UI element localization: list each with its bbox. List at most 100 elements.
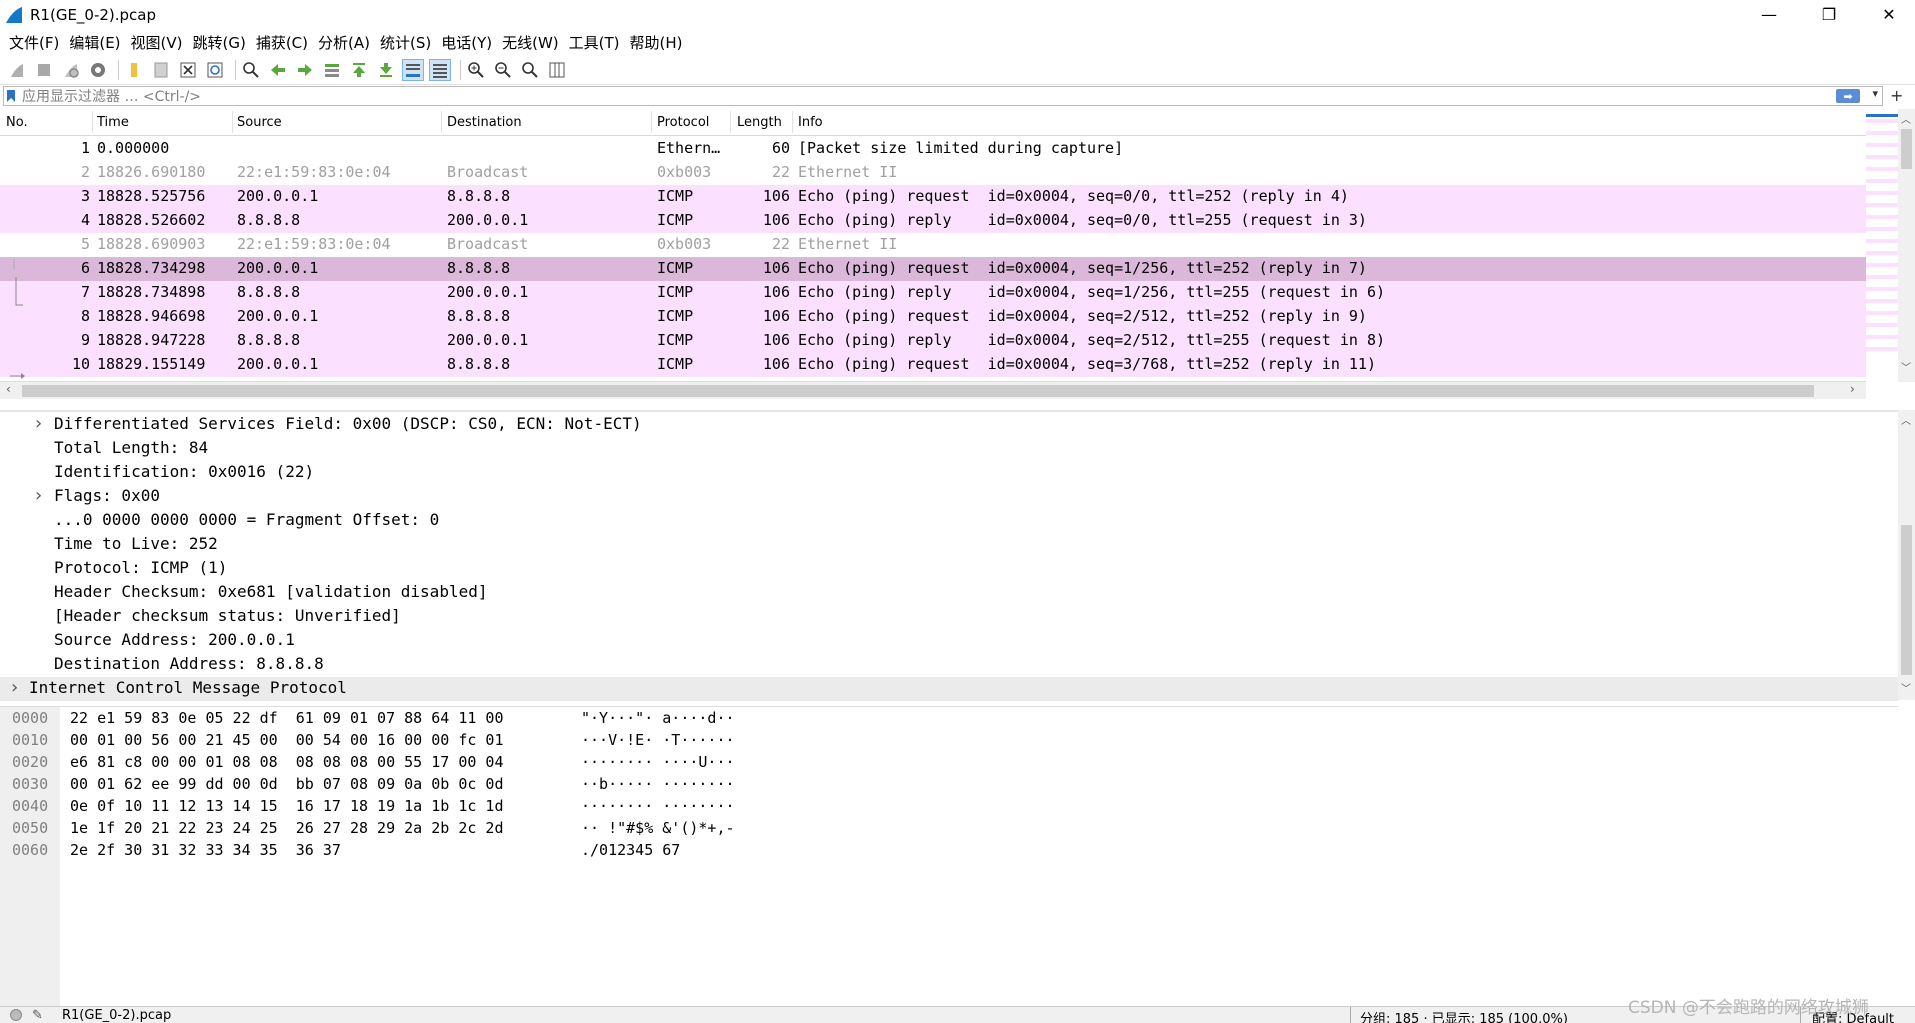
scroll-thumb[interactable] bbox=[1901, 525, 1912, 675]
chevron-right-icon[interactable]: › bbox=[1850, 382, 1855, 396]
column-divider[interactable] bbox=[730, 111, 731, 133]
restart-capture-icon[interactable] bbox=[60, 59, 82, 81]
chevron-down-icon[interactable]: ﹀ bbox=[1901, 359, 1911, 374]
menu-statistics[interactable]: 统计(S) bbox=[375, 32, 436, 53]
column-divider[interactable] bbox=[792, 111, 793, 133]
column-header-info[interactable]: Info bbox=[798, 115, 823, 130]
find-packet-icon[interactable] bbox=[240, 59, 262, 81]
hex-line[interactable]: 2e 2f 30 31 32 33 34 35 36 37 bbox=[70, 839, 503, 861]
reload-file-icon[interactable] bbox=[204, 59, 226, 81]
display-filter-input[interactable]: 应用显示过滤器 … <Ctrl-/> ➡ ▾ bbox=[3, 86, 1883, 106]
go-back-icon[interactable] bbox=[267, 59, 289, 81]
maximize-button[interactable]: ❐ bbox=[1800, 0, 1858, 29]
menu-telephony[interactable]: 电话(Y) bbox=[436, 32, 497, 53]
packet-row[interactable]: 10 18829.155149 200.0.0.1 8.8.8.8 ICMP Echo (… bbox=[0, 353, 1866, 377]
minimize-button[interactable]: — bbox=[1740, 0, 1798, 29]
packet-row[interactable]: 5 18828.690903 22:e1:59:83:0e:04 Broadcast 0… bbox=[0, 233, 1866, 257]
chevron-left-icon[interactable]: ‹ bbox=[6, 382, 11, 396]
first-packet-icon[interactable] bbox=[348, 59, 370, 81]
ascii-dump[interactable]: "·Y···"· a····d·· ···V·!E· ·T······ ····… bbox=[581, 707, 735, 861]
packet-bytes-pane[interactable]: 0000 0010 0020 0030 0040 0050 0060 22 e1… bbox=[0, 706, 1898, 1007]
hex-line[interactable]: 22 e1 59 83 0e 05 22 df 61 09 01 07 88 6… bbox=[70, 707, 503, 729]
menu-wireless[interactable]: 无线(W) bbox=[497, 32, 564, 53]
detail-tree-item[interactable]: Protocol: ICMP (1) bbox=[0, 557, 1898, 581]
resize-columns-icon[interactable] bbox=[546, 59, 568, 81]
chevron-down-icon[interactable]: ﹀ bbox=[1901, 680, 1911, 695]
detail-tree-item[interactable]: › Flags: 0x00 bbox=[0, 485, 1898, 509]
ascii-line[interactable]: ········ ········ bbox=[581, 795, 735, 817]
column-divider[interactable] bbox=[232, 111, 233, 133]
detail-tree-item[interactable]: Identification: 0x0016 (22) bbox=[0, 461, 1898, 485]
packet-list-vscrollbar[interactable]: ︿ ﹀ bbox=[1898, 109, 1915, 382]
save-file-icon[interactable] bbox=[150, 59, 172, 81]
packet-row[interactable]: 2 18826.690180 22:e1:59:83:0e:04 Broadcast 0… bbox=[0, 161, 1866, 185]
open-file-icon[interactable] bbox=[123, 59, 145, 81]
ascii-line[interactable]: ./012345 67 bbox=[581, 839, 735, 861]
menu-view[interactable]: 视图(V) bbox=[126, 32, 188, 53]
hex-line[interactable]: 1e 1f 20 21 22 23 24 25 26 27 28 29 2a 2… bbox=[70, 817, 503, 839]
column-header-no[interactable]: No. bbox=[6, 115, 28, 130]
menu-tools[interactable]: 工具(T) bbox=[564, 32, 625, 53]
ascii-line[interactable]: "·Y···"· a····d·· bbox=[581, 707, 735, 729]
scroll-thumb[interactable] bbox=[22, 385, 1814, 397]
packet-row[interactable]: 9 18828.947228 8.8.8.8 200.0.0.1 ICMP Echo (p… bbox=[0, 329, 1866, 353]
packet-row[interactable]: 3 18828.525756 200.0.0.1 8.8.8.8 ICMP Echo (p… bbox=[0, 185, 1866, 209]
capture-options-icon[interactable] bbox=[87, 59, 109, 81]
packet-details-pane[interactable]: › Differentiated Services Field: 0x00 (DS… bbox=[0, 410, 1898, 701]
close-file-icon[interactable] bbox=[177, 59, 199, 81]
chevron-down-icon[interactable]: ▾ bbox=[1872, 87, 1878, 100]
column-divider[interactable] bbox=[92, 111, 93, 133]
packet-row[interactable]: 4 18828.526602 8.8.8.8 200.0.0.1 ICMP Echo (p… bbox=[0, 209, 1866, 233]
detail-tree-item[interactable]: Time to Live: 252 bbox=[0, 533, 1898, 557]
apply-filter-arrow-icon[interactable]: ➡ bbox=[1836, 89, 1860, 103]
hex-line[interactable]: 0e 0f 10 11 12 13 14 15 16 17 18 19 1a 1… bbox=[70, 795, 503, 817]
packet-row[interactable]: 6 18828.734298 200.0.0.1 8.8.8.8 ICMP Echo (p… bbox=[0, 257, 1866, 281]
zoom-in-icon[interactable] bbox=[465, 59, 487, 81]
packet-row[interactable]: 8 18828.946698 200.0.0.1 8.8.8.8 ICMP Echo (p… bbox=[0, 305, 1866, 329]
detail-tree-item[interactable]: [Header checksum status: Unverified] bbox=[0, 605, 1898, 629]
expert-info-icon[interactable] bbox=[10, 1009, 22, 1021]
chevron-right-icon[interactable]: › bbox=[9, 677, 20, 698]
packet-row[interactable]: 7 18828.734898 8.8.8.8 200.0.0.1 ICMP Echo (p… bbox=[0, 281, 1866, 305]
column-header-length[interactable]: Length bbox=[737, 115, 782, 130]
detail-tree-item[interactable]: Total Length: 84 bbox=[0, 437, 1898, 461]
go-to-packet-icon[interactable] bbox=[321, 59, 343, 81]
go-forward-icon[interactable] bbox=[294, 59, 316, 81]
menu-analyze[interactable]: 分析(A) bbox=[313, 32, 375, 53]
normal-size-icon[interactable] bbox=[519, 59, 541, 81]
packet-list[interactable]: No. Time Source Destination Protocol Len… bbox=[0, 109, 1866, 382]
autoscroll-icon[interactable] bbox=[402, 58, 424, 81]
detail-tree-item[interactable]: › Differentiated Services Field: 0x00 (DS… bbox=[0, 413, 1898, 437]
ascii-line[interactable]: ··b····· ········ bbox=[581, 773, 735, 795]
detail-tree-item[interactable]: Destination Address: 8.8.8.8 bbox=[0, 653, 1898, 677]
column-header-protocol[interactable]: Protocol bbox=[657, 115, 709, 130]
hex-line[interactable]: e6 81 c8 00 00 01 08 08 08 08 08 00 55 1… bbox=[70, 751, 503, 773]
detail-tree-item[interactable]: › Internet Control Message Protocol bbox=[0, 677, 1898, 701]
start-capture-icon[interactable] bbox=[6, 59, 28, 81]
menu-help[interactable]: 帮助(H) bbox=[625, 32, 688, 53]
add-filter-button[interactable]: + bbox=[1890, 86, 1903, 105]
column-divider[interactable] bbox=[651, 111, 652, 133]
menu-go[interactable]: 跳转(G) bbox=[188, 32, 251, 53]
chevron-up-icon[interactable]: ︿ bbox=[1901, 111, 1911, 126]
column-header-destination[interactable]: Destination bbox=[447, 115, 522, 130]
detail-tree-item[interactable]: ...0 0000 0000 0000 = Fragment Offset: 0 bbox=[0, 509, 1898, 533]
scroll-thumb[interactable] bbox=[1901, 129, 1912, 169]
ascii-line[interactable]: ···V·!E· ·T······ bbox=[581, 729, 735, 751]
hex-dump[interactable]: 22 e1 59 83 0e 05 22 df 61 09 01 07 88 6… bbox=[70, 707, 503, 861]
menu-file[interactable]: 文件(F) bbox=[4, 32, 64, 53]
bookmark-icon[interactable] bbox=[4, 88, 18, 104]
packet-minimap[interactable] bbox=[1866, 109, 1898, 359]
chevron-up-icon[interactable]: ︿ bbox=[1901, 412, 1911, 427]
packet-list-hscrollbar[interactable]: ‹ › bbox=[0, 381, 1866, 399]
edit-comment-icon[interactable]: ✎ bbox=[32, 1008, 43, 1023]
detail-tree-item[interactable]: Header Checksum: 0xe681 [validation disa… bbox=[0, 581, 1898, 605]
close-button[interactable]: ✕ bbox=[1860, 0, 1915, 29]
chevron-right-icon[interactable]: › bbox=[33, 485, 44, 506]
menu-edit[interactable]: 编辑(E) bbox=[64, 32, 125, 53]
menu-capture[interactable]: 捕获(C) bbox=[251, 32, 313, 53]
column-header-source[interactable]: Source bbox=[237, 115, 282, 130]
chevron-right-icon[interactable]: › bbox=[33, 413, 44, 434]
colorize-icon[interactable] bbox=[429, 58, 451, 81]
column-divider[interactable] bbox=[441, 111, 442, 133]
